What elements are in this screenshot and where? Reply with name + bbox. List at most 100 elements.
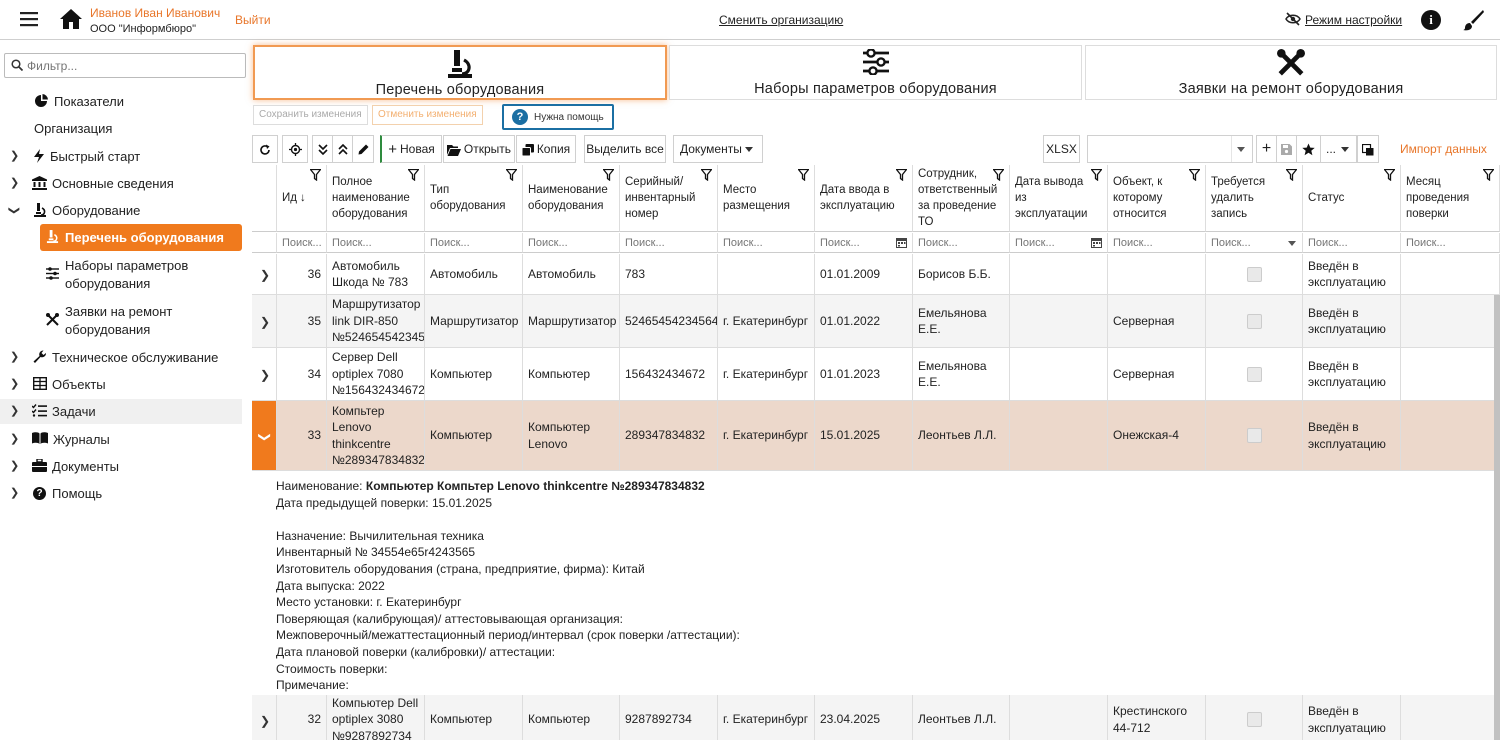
col-id-filter[interactable] [277, 233, 342, 253]
sidebar-item-tasks[interactable]: ❯ Задачи [0, 399, 242, 424]
locate-button[interactable] [282, 135, 308, 163]
expand-row-button[interactable]: ❯ [252, 348, 277, 400]
calendar-icon[interactable] [896, 236, 907, 251]
filter-funnel-icon[interactable] [407, 168, 420, 186]
column-search-input[interactable] [1406, 235, 1466, 250]
delete-checkbox[interactable] [1246, 313, 1262, 329]
col-date-out-header[interactable]: Дата вывода из эксплуатации [1010, 165, 1108, 232]
filter-funnel-icon[interactable] [700, 168, 713, 186]
filter-funnel-icon[interactable] [1090, 168, 1103, 186]
col-date-out-filter[interactable] [1010, 233, 1108, 253]
col-type-header[interactable]: Тип оборудования [425, 165, 523, 232]
column-search-input[interactable] [430, 235, 490, 250]
col-delete-header[interactable]: Требуется удалить запись [1206, 165, 1303, 232]
col-object-header[interactable]: Объект, к которому относится [1108, 165, 1206, 232]
table-row[interactable]: ❯ 35 Маршрутизатор D-link DIR-850 №5246545… [252, 295, 1500, 348]
column-search-input[interactable] [1113, 235, 1173, 250]
tab-repair-requests[interactable]: Заявки на ремонт оборудования [1085, 45, 1497, 100]
col-delete-filter[interactable] [1206, 233, 1303, 253]
col-employee-header[interactable]: Сотрудник, ответственный за проведение Т… [913, 165, 1010, 232]
column-search-input[interactable] [820, 235, 880, 250]
column-search-input[interactable] [1015, 235, 1075, 250]
expand-all-button[interactable] [312, 135, 332, 163]
sidebar-item-organization[interactable]: Организация [0, 116, 250, 141]
col-status-header[interactable]: Статус [1303, 165, 1401, 232]
filter-funnel-icon[interactable] [1188, 168, 1201, 186]
refresh-button[interactable] [252, 135, 278, 163]
col-status-filter[interactable] [1303, 233, 1401, 253]
filter-funnel-icon[interactable] [895, 168, 908, 186]
delete-checkbox[interactable] [1246, 266, 1262, 282]
filter-funnel-icon[interactable] [1285, 168, 1298, 186]
logout-link[interactable]: Выйти [235, 13, 271, 27]
filter-funnel-icon[interactable] [797, 168, 810, 186]
cancel-changes-button[interactable]: Отменить изменения [372, 105, 483, 125]
column-search-input[interactable] [332, 235, 392, 250]
col-object-filter[interactable] [1108, 233, 1206, 253]
delete-checkbox[interactable] [1246, 366, 1262, 382]
sidebar-subitem-equipment-list[interactable]: Перечень оборудования [40, 224, 242, 251]
sidebar-item-maintenance[interactable]: ❯ Техническое обслуживание [0, 345, 250, 370]
sidebar-item-quick-start[interactable]: ❯ Быстрый старт [0, 144, 250, 169]
collapse-row-button[interactable]: ❯ [252, 401, 277, 470]
collapse-all-button[interactable] [332, 135, 352, 163]
expand-row-button[interactable]: ❯ [252, 254, 277, 294]
home-icon[interactable] [59, 8, 83, 30]
column-search-input[interactable] [1211, 235, 1271, 250]
column-search-input[interactable] [528, 235, 588, 250]
sidebar-item-indicators[interactable]: Показатели [0, 89, 250, 114]
filter-funnel-icon[interactable] [602, 168, 615, 186]
col-serial-header[interactable]: Серийный/ инвентарный номер [620, 165, 718, 232]
col-month-header[interactable]: Месяц проведения поверки [1401, 165, 1500, 232]
filter-funnel-icon[interactable] [1482, 168, 1495, 186]
more-dropdown[interactable]: ... [1320, 135, 1357, 163]
sidebar-item-journals[interactable]: ❯ Журналы [0, 427, 250, 452]
info-icon[interactable]: i [1421, 10, 1441, 30]
table-row[interactable]: ❯ 34 Сервер Dell optiplex 7080 №1564324346… [252, 348, 1500, 401]
sidebar-subitem-repair-requests[interactable]: Заявки на ремонт оборудования [40, 302, 242, 340]
table-row[interactable]: ❯ 32 Компьютер Dell optiplex 3080 №9287892… [252, 695, 1500, 740]
column-search-input[interactable] [625, 235, 685, 250]
edit-button[interactable] [352, 135, 374, 163]
column-chooser-button[interactable] [1357, 135, 1379, 163]
need-help-button[interactable]: ? Нужна помощь [502, 104, 614, 130]
table-row[interactable]: ❯ 33 Компьтер Lenovo thinkcentre №28934783… [252, 401, 1500, 471]
table-row[interactable]: ❯ 36 Автомобиль Шкода № 783 Автомобиль Автом… [252, 254, 1500, 295]
save-preset-button[interactable] [1276, 135, 1296, 163]
add-preset-button[interactable]: + [1256, 135, 1276, 163]
change-organization-link[interactable]: Сменить организацию [719, 13, 843, 27]
sidebar-item-objects[interactable]: ❯ Объекты [0, 372, 250, 397]
col-name-filter[interactable] [523, 233, 620, 253]
brush-icon[interactable] [1462, 9, 1484, 31]
menu-icon[interactable] [20, 11, 38, 27]
copy-button[interactable]: Копия [516, 135, 576, 163]
delete-checkbox[interactable] [1246, 712, 1262, 727]
sidebar-item-documents[interactable]: ❯ Документы [0, 454, 250, 479]
caret-down-icon[interactable] [1288, 241, 1296, 246]
import-data-link[interactable]: Импорт данных [1400, 142, 1487, 156]
col-serial-filter[interactable] [620, 233, 718, 253]
delete-checkbox[interactable] [1246, 428, 1262, 443]
filter-funnel-icon[interactable] [309, 168, 322, 186]
col-full-name-header[interactable]: Полное наименование оборудования [327, 165, 425, 232]
filter-funnel-icon[interactable] [992, 168, 1005, 186]
export-xlsx-button[interactable]: XLSX [1043, 135, 1080, 163]
view-preset-select[interactable] [1087, 135, 1253, 163]
column-search-input[interactable] [723, 235, 783, 250]
select-all-button[interactable]: Выделить все [584, 135, 666, 163]
expand-row-button[interactable]: ❯ [252, 695, 277, 740]
col-month-filter[interactable] [1401, 233, 1500, 253]
col-employee-filter[interactable] [913, 233, 1010, 253]
settings-mode-link[interactable]: Режим настройки [1305, 13, 1402, 27]
sidebar-item-help[interactable]: ❯ ? Помощь [0, 481, 250, 506]
expand-row-button[interactable]: ❯ [252, 295, 277, 347]
filter-funnel-icon[interactable] [1383, 168, 1396, 186]
col-date-in-header[interactable]: Дата ввода в эксплуатацию [815, 165, 913, 232]
favorite-button[interactable] [1296, 135, 1320, 163]
filter-input[interactable] [27, 57, 242, 74]
col-name-header[interactable]: Наименование оборудования [523, 165, 620, 232]
sidebar-subitem-equipment-params[interactable]: Наборы параметров оборудования [40, 256, 242, 294]
col-place-header[interactable]: Место размещения [718, 165, 815, 232]
column-search-input[interactable] [918, 235, 978, 250]
col-place-filter[interactable] [718, 233, 815, 253]
